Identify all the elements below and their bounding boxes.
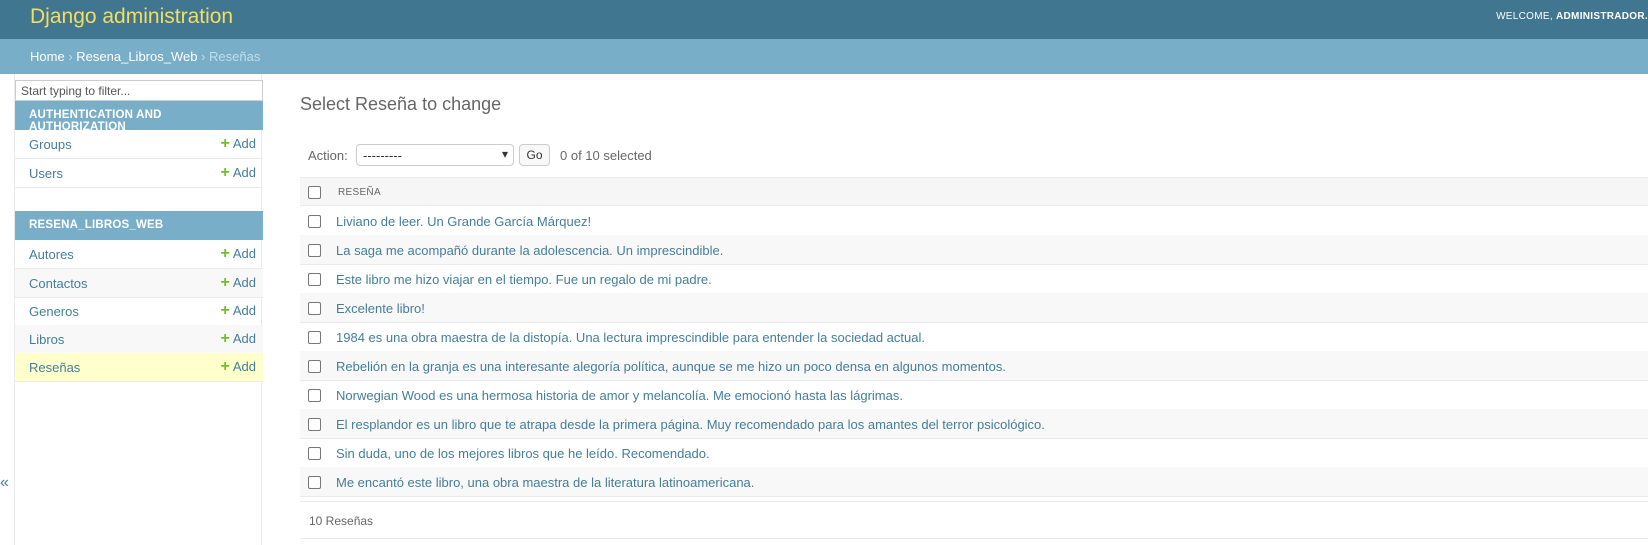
app-caption-auth[interactable]: AUTHENTICATION AND AUTHORIZATION xyxy=(15,101,263,133)
row-checkbox[interactable] xyxy=(308,360,321,373)
go-button[interactable]: Go xyxy=(519,144,550,166)
action-label: Action: xyxy=(308,148,348,163)
welcome-text: WELCOME, xyxy=(1496,11,1553,22)
table-row: Rebelión en la granja es una interesante… xyxy=(300,351,1648,381)
row-link[interactable]: Este libro me hizo viajar en el tiempo. … xyxy=(336,272,712,287)
add-label: Add xyxy=(232,275,256,290)
table-row: Sin duda, uno de los mejores libros que … xyxy=(300,438,1648,468)
sidebar-item-label[interactable]: Contactos xyxy=(29,276,88,291)
add-contactos-button[interactable]: + Add xyxy=(220,274,256,291)
table-row: Me encantó este libro, una obra maestra … xyxy=(300,467,1648,497)
row-checkbox[interactable] xyxy=(308,418,321,431)
row-link[interactable]: Norwegian Wood es una hermosa historia d… xyxy=(336,388,903,403)
plus-icon: + xyxy=(220,302,230,319)
action-counter: 0 of 10 selected xyxy=(560,148,652,163)
row-checkbox[interactable] xyxy=(308,273,321,286)
row-checkbox[interactable] xyxy=(308,302,321,315)
app-caption-resena[interactable]: RESENA_LIBROS_WEB xyxy=(15,211,263,240)
table-row: Liviano de leer. Un Grande García Márque… xyxy=(300,206,1648,236)
row-checkbox[interactable] xyxy=(308,447,321,460)
breadcrumb-app[interactable]: Resena_Libros_Web xyxy=(76,49,197,64)
user-tools: WELCOME, ADMINISTRADOR. xyxy=(1496,11,1648,22)
plus-icon: + xyxy=(220,274,230,291)
breadcrumb-separator: › xyxy=(201,49,206,64)
sidebar-item-resenas: Reseñas + Add xyxy=(15,353,263,382)
table-row: La saga me acompañó durante la adolescen… xyxy=(300,235,1648,265)
row-checkbox[interactable] xyxy=(308,389,321,402)
add-groups-button[interactable]: + Add xyxy=(220,135,256,152)
select-all-checkbox[interactable] xyxy=(308,186,321,199)
add-label: Add xyxy=(232,303,256,318)
row-checkbox[interactable] xyxy=(308,215,321,228)
site-name[interactable]: Django administration xyxy=(30,5,233,29)
add-label: Add xyxy=(232,359,256,374)
sidebar-item-label[interactable]: Libros xyxy=(29,332,64,347)
plus-icon: + xyxy=(220,358,230,375)
breadcrumb-current: Reseñas xyxy=(209,49,261,64)
table-row: Este libro me hizo viajar en el tiempo. … xyxy=(300,264,1648,294)
plus-icon: + xyxy=(220,245,230,262)
add-label: Add xyxy=(232,246,256,261)
row-link[interactable]: Me encantó este libro, una obra maestra … xyxy=(336,475,754,490)
sidebar-item-generos: Generos + Add xyxy=(15,297,263,326)
add-libros-button[interactable]: + Add xyxy=(220,330,256,347)
table-row: El resplandor es un libro que te atrapa … xyxy=(300,409,1648,439)
row-link[interactable]: El resplandor es un libro que te atrapa … xyxy=(336,417,1045,432)
action-select[interactable]: --------- ▾ xyxy=(356,144,514,166)
add-generos-button[interactable]: + Add xyxy=(220,302,256,319)
add-label: Add xyxy=(232,165,256,180)
paginator: 10 Reseñas xyxy=(300,501,1648,539)
actions-bar: Action: --------- ▾ Go 0 of 10 selected xyxy=(300,138,1648,170)
add-label: Add xyxy=(232,136,256,151)
row-link[interactable]: La saga me acompañó durante la adolescen… xyxy=(336,243,723,258)
sidebar-item-label[interactable]: Generos xyxy=(29,304,79,319)
table-row: Norwegian Wood es una hermosa historia d… xyxy=(300,380,1648,410)
sidebar-item-autores: Autores + Add xyxy=(15,240,263,269)
add-autores-button[interactable]: + Add xyxy=(220,245,256,262)
sidebar-item-label[interactable]: Users xyxy=(29,166,63,181)
row-link[interactable]: Sin duda, uno de los mejores libros que … xyxy=(336,446,710,461)
breadcrumb-separator: › xyxy=(68,49,73,64)
sidebar-item-contactos: Contactos + Add xyxy=(15,269,263,298)
row-checkbox[interactable] xyxy=(308,476,321,489)
add-label: Add xyxy=(232,331,256,346)
breadcrumb-home[interactable]: Home xyxy=(30,49,65,64)
breadcrumb: Home › Resena_Libros_Web › Reseñas xyxy=(0,39,1648,74)
username: ADMINISTRADOR. xyxy=(1556,11,1648,22)
row-link[interactable]: 1984 es una obra maestra de la distopía.… xyxy=(336,330,925,345)
sidebar-item-label[interactable]: Reseñas xyxy=(29,360,80,375)
row-link[interactable]: Rebelión en la granja es una interesante… xyxy=(336,359,1006,374)
plus-icon: + xyxy=(220,164,230,181)
row-link[interactable]: Liviano de leer. Un Grande García Márque… xyxy=(336,214,591,229)
sidebar-item-libros: Libros + Add xyxy=(15,325,263,354)
toggle-sidebar-button[interactable]: « xyxy=(0,474,9,492)
table-row: 1984 es una obra maestra de la distopía.… xyxy=(300,322,1648,352)
plus-icon: + xyxy=(220,135,230,152)
table-row: Excelente libro! xyxy=(300,293,1648,323)
add-users-button[interactable]: + Add xyxy=(220,164,256,181)
sidebar-item-label[interactable]: Groups xyxy=(29,137,72,152)
row-checkbox[interactable] xyxy=(308,244,321,257)
row-checkbox[interactable] xyxy=(308,331,321,344)
action-select-value: --------- xyxy=(363,148,402,163)
table-header: RESEÑA xyxy=(300,177,1648,206)
plus-icon: + xyxy=(220,330,230,347)
header: Django administration WELCOME, ADMINISTR… xyxy=(0,0,1648,39)
row-link[interactable]: Excelente libro! xyxy=(336,301,425,316)
chevron-down-icon: ▾ xyxy=(501,147,508,161)
column-header-resena[interactable]: RESEÑA xyxy=(338,187,381,198)
add-resenas-button[interactable]: + Add xyxy=(220,358,256,375)
nav-filter-input[interactable] xyxy=(15,80,263,101)
sidebar-item-users: Users + Add xyxy=(15,159,263,188)
nav-sidebar: AUTHENTICATION AND AUTHORIZATION Groups … xyxy=(14,74,263,545)
sidebar-item-label[interactable]: Autores xyxy=(29,247,74,262)
page-title: Select Reseña to change xyxy=(300,94,502,114)
sidebar-item-groups: Groups + Add xyxy=(15,130,263,159)
